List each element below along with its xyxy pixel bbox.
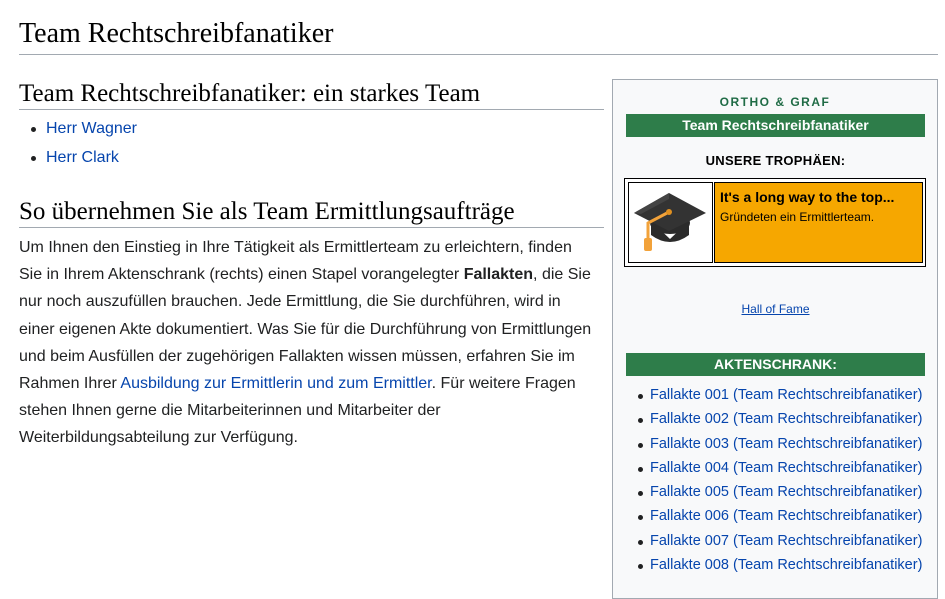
trophy-card: It's a long way to the top... Gründeten …: [624, 178, 926, 267]
cabinet-heading: AKTENSCHRANK:: [626, 353, 925, 376]
file-link-006[interactable]: Fallakte 006 (Team Rechtschreibfanatiker…: [650, 508, 922, 524]
team-sidebar: ORTHO & GRAF Team Rechtschreibfanatiker …: [612, 79, 938, 599]
team-section-heading: Team Rechtschreibfanatiker: ein starkes …: [19, 78, 604, 110]
list-item: Fallakte 002 (Team Rechtschreibfanatiker…: [637, 407, 937, 431]
trophy-title: It's a long way to the top...: [720, 189, 895, 205]
file-link-002[interactable]: Fallakte 002 (Team Rechtschreibfanatiker…: [650, 411, 922, 427]
trophy-icon-cell: [628, 182, 713, 263]
intro-paragraph: Um Ihnen den Einstieg in Ihre Tätigkeit …: [19, 234, 594, 452]
assignments-section-heading: So übernehmen Sie als Team Ermittlungsau…: [19, 196, 604, 228]
file-list: Fallakte 001 (Team Rechtschreibfanatiker…: [637, 383, 937, 577]
file-link-003[interactable]: Fallakte 003 (Team Rechtschreibfanatiker…: [650, 436, 922, 452]
file-link-004[interactable]: Fallakte 004 (Team Rechtschreibfanatiker…: [650, 460, 922, 476]
member-item: Herr Clark: [29, 143, 604, 172]
member-list: Herr Wagner Herr Clark: [19, 114, 604, 172]
main-content: Team Rechtschreibfanatiker: ein starkes …: [19, 78, 604, 452]
file-link-001[interactable]: Fallakte 001 (Team Rechtschreibfanatiker…: [650, 387, 922, 403]
file-link-008[interactable]: Fallakte 008 (Team Rechtschreibfanatiker…: [650, 557, 922, 573]
page-title: Team Rechtschreibfanatiker: [19, 14, 938, 55]
graduation-cap-icon: [634, 193, 706, 251]
brand-logo: ORTHO & GRAF: [719, 95, 831, 109]
intro-bold-term: Fallakten: [463, 266, 534, 284]
file-link-005[interactable]: Fallakte 005 (Team Rechtschreibfanatiker…: [650, 484, 922, 500]
list-item: Fallakte 004 (Team Rechtschreibfanatiker…: [637, 456, 937, 480]
team-name-banner: Team Rechtschreibfanatiker: [626, 114, 925, 137]
list-item: Fallakte 005 (Team Rechtschreibfanatiker…: [637, 480, 937, 504]
hall-of-fame-link[interactable]: Hall of Fame: [626, 302, 925, 316]
intro-text-2: , die Sie nur noch auszufüllen brauchen.…: [19, 266, 592, 393]
list-item: Fallakte 003 (Team Rechtschreibfanatiker…: [637, 432, 937, 456]
trophies-heading: UNSERE TROPHÄEN:: [705, 153, 846, 168]
member-link-clark[interactable]: Herr Clark: [46, 149, 119, 166]
list-item: Fallakte 007 (Team Rechtschreibfanatiker…: [637, 529, 937, 553]
list-item: Fallakte 001 (Team Rechtschreibfanatiker…: [637, 383, 937, 407]
list-item: Fallakte 006 (Team Rechtschreibfanatiker…: [637, 504, 937, 528]
trophy-description: Gründeten ein Ermittlerteam.: [720, 210, 875, 224]
member-item: Herr Wagner: [29, 114, 604, 143]
trophy-text-cell: It's a long way to the top... Gründeten …: [714, 182, 923, 263]
member-link-wagner[interactable]: Herr Wagner: [46, 120, 137, 137]
training-link[interactable]: Ausbildung zur Ermittlerin und zum Ermit…: [120, 375, 431, 392]
file-link-007[interactable]: Fallakte 007 (Team Rechtschreibfanatiker…: [650, 533, 922, 549]
